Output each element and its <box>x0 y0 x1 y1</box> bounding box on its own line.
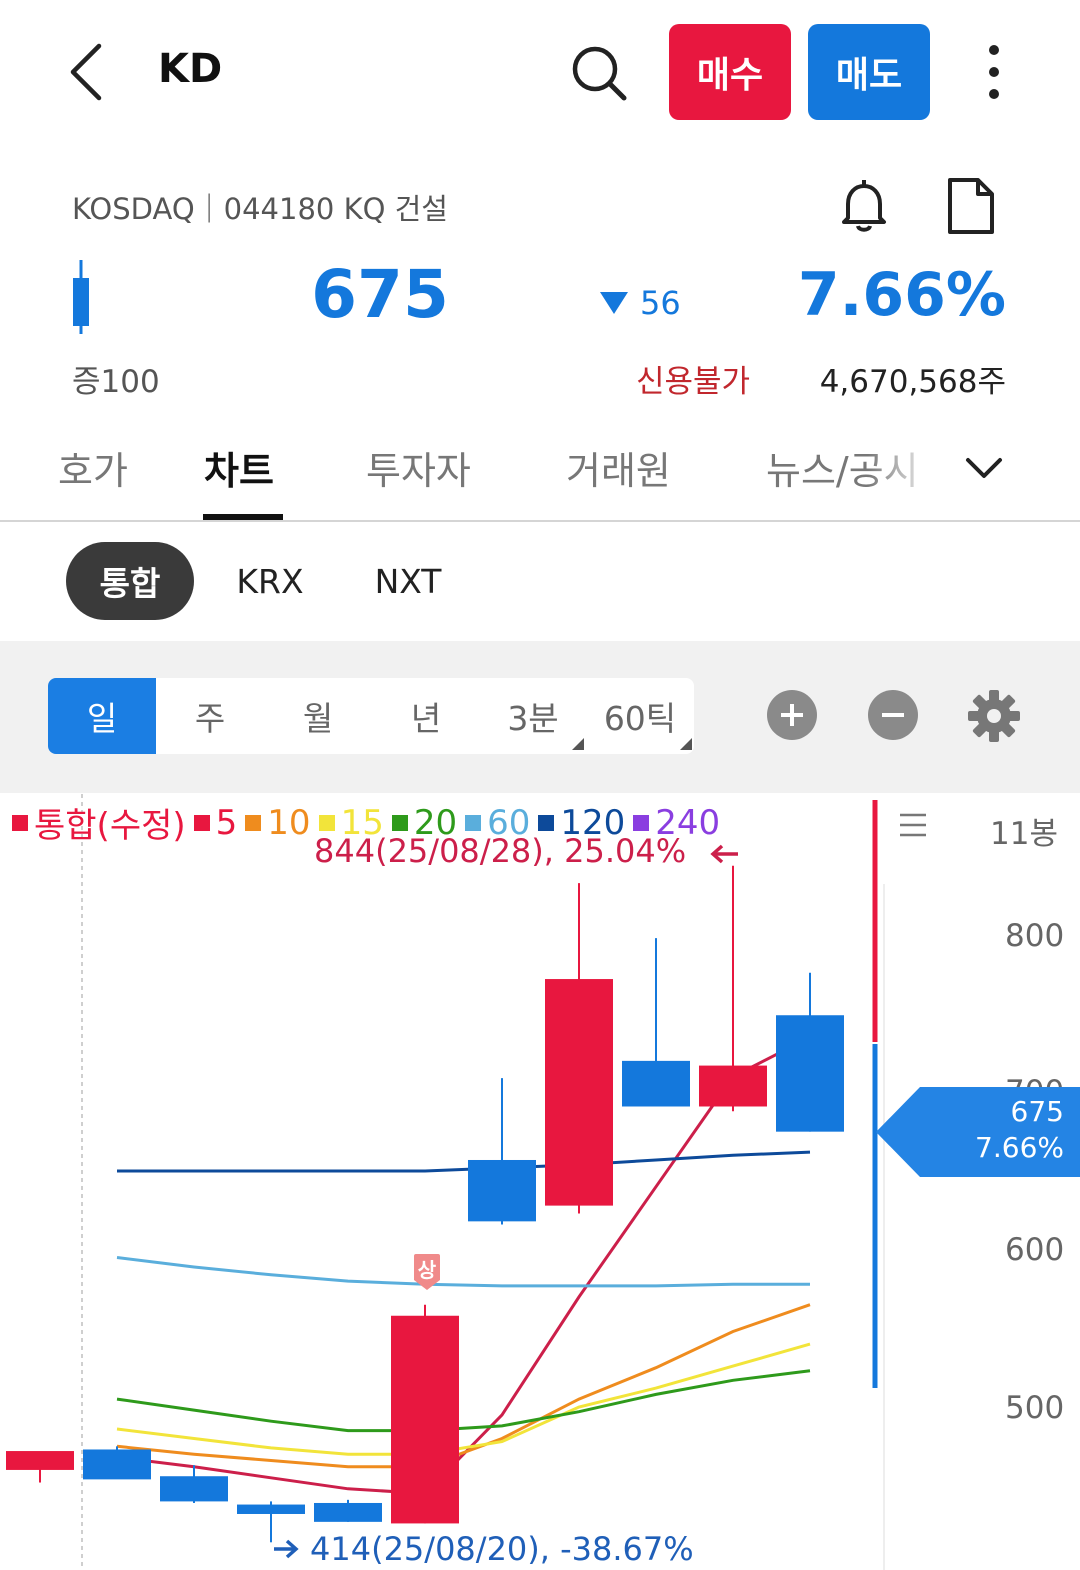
candle-down[interactable] <box>160 1476 228 1502</box>
search-icon <box>572 46 627 101</box>
dropdown-corner-icon <box>680 738 692 750</box>
candle-up[interactable] <box>391 1315 459 1524</box>
tabs-expand-button[interactable] <box>962 448 1006 488</box>
candle-down[interactable] <box>314 1502 382 1522</box>
legend-swatch <box>391 814 408 831</box>
dropdown-corner-icon <box>572 738 584 750</box>
arrow-right-icon <box>274 1539 299 1559</box>
stock-title: KD <box>158 46 223 92</box>
exchange-combined[interactable]: 통합 <box>66 542 194 620</box>
candle-down[interactable] <box>622 1060 690 1107</box>
price-change-value: 56 <box>640 284 681 322</box>
document-icon <box>948 178 994 234</box>
candle-up[interactable] <box>6 1451 74 1470</box>
low-annotation-text: 414(25/08/20), -38.67% <box>310 1530 694 1568</box>
legend-item: 10 <box>245 802 311 843</box>
period-3min[interactable]: 3분 <box>480 678 586 754</box>
margin-rate: 증100 <box>72 364 160 400</box>
legend-swatch <box>245 814 262 831</box>
period-60tick[interactable]: 60틱 <box>586 678 694 754</box>
legend-label: 10 <box>267 802 311 843</box>
active-tab-indicator <box>203 514 283 520</box>
period-year[interactable]: 년 <box>372 678 480 754</box>
y-tick-label: 600 <box>1005 1232 1065 1268</box>
legend-swatch <box>538 814 555 831</box>
back-button[interactable] <box>60 40 110 104</box>
chevron-down-icon <box>966 458 1002 478</box>
trade-volume: 4,670,568주 <box>819 364 1006 400</box>
candle-up[interactable] <box>699 1065 767 1107</box>
change-percent: 7.66% <box>797 260 1006 330</box>
document-button[interactable] <box>942 176 1000 236</box>
more-vertical-icon <box>989 45 999 99</box>
hamburger-icon <box>900 813 926 837</box>
candle-down[interactable] <box>237 1504 305 1514</box>
mini-candle-icon <box>73 260 89 334</box>
current-price-tag-price: 675 <box>1010 1095 1064 1128</box>
tab-orderbook[interactable]: 호가 <box>58 440 128 495</box>
down-triangle-icon <box>600 292 628 314</box>
high-arrow-icon <box>710 844 738 864</box>
legend-swatch <box>193 814 210 831</box>
tab-broker[interactable]: 거래원 <box>566 440 671 495</box>
current-price-tag-text: 675 7.66% <box>950 1094 1064 1166</box>
price-chart[interactable] <box>0 794 1080 1570</box>
upper-limit-badge: 상 <box>417 1258 437 1282</box>
legend-item: 통합(수정) <box>12 798 186 847</box>
legend-swatch <box>633 814 650 831</box>
header: KD 매수 매도 <box>0 0 1080 140</box>
more-button[interactable] <box>972 40 1016 104</box>
alert-button[interactable] <box>834 176 894 236</box>
ma-line-15 <box>116 1342 811 1456</box>
low-annotation: 414(25/08/20), -38.67% <box>272 1530 694 1568</box>
tab-investor[interactable]: 투자자 <box>366 440 471 495</box>
market-info: KOSDAQ｜044180 KQ 건설 <box>72 192 448 226</box>
period-60tick-label: 60틱 <box>603 699 677 738</box>
exchange-krx[interactable]: KRX <box>220 542 320 620</box>
period-week[interactable]: 주 <box>156 678 264 754</box>
price-change: 56 <box>598 284 681 322</box>
period-day[interactable]: 일 <box>48 678 156 754</box>
exchange-nxt[interactable]: NXT <box>360 542 456 620</box>
credit-status: 신용불가 <box>636 364 751 400</box>
detail-tabs: 호가 차트 투자자 거래원 뉴스/공시 <box>0 430 1080 522</box>
candle-down[interactable] <box>468 1159 536 1222</box>
candle-count: 11봉 <box>990 816 1058 852</box>
ma-line-20 <box>116 1369 811 1433</box>
candle-up[interactable] <box>545 979 613 1206</box>
candle-down[interactable] <box>776 1015 844 1132</box>
legend-swatch <box>318 814 335 831</box>
period-month[interactable]: 월 <box>264 678 372 754</box>
high-annotation: 844(25/08/28), 25.04% <box>314 832 687 870</box>
y-tick-label: 500 <box>1005 1390 1065 1426</box>
tab-chart[interactable]: 차트 <box>204 440 274 495</box>
ma-line-120 <box>117 1150 811 1173</box>
search-button[interactable] <box>568 42 630 104</box>
chevron-left-icon <box>70 43 102 101</box>
legend-label: 5 <box>215 802 238 843</box>
plus-circle-icon <box>781 704 803 726</box>
zoom-out-button[interactable] <box>868 690 918 740</box>
legend-item: 5 <box>193 802 238 843</box>
current-price: 675 <box>311 256 449 333</box>
period-selector: 일 주 월 년 3분 60틱 <box>48 678 694 754</box>
legend-swatch <box>465 814 482 831</box>
bell-icon <box>842 180 886 232</box>
period-3min-label: 3분 <box>507 699 559 738</box>
ma-line-60 <box>116 1256 810 1288</box>
tab-news[interactable]: 뉴스/공시 <box>766 440 936 495</box>
legend-swatch <box>12 814 28 831</box>
sell-button[interactable]: 매도 <box>808 24 930 120</box>
y-tick-label: 800 <box>1005 918 1065 954</box>
legend-label: 통합(수정) <box>34 806 186 846</box>
minus-circle-icon <box>882 713 904 717</box>
chart-settings-button[interactable] <box>966 688 1022 744</box>
candle-down[interactable] <box>83 1449 151 1480</box>
gear-icon <box>968 690 1020 742</box>
zoom-in-button[interactable] <box>767 690 817 740</box>
current-price-tag-pct: 7.66% <box>975 1131 1064 1164</box>
chart-menu-button[interactable] <box>898 812 928 838</box>
buy-button[interactable]: 매수 <box>669 24 791 120</box>
